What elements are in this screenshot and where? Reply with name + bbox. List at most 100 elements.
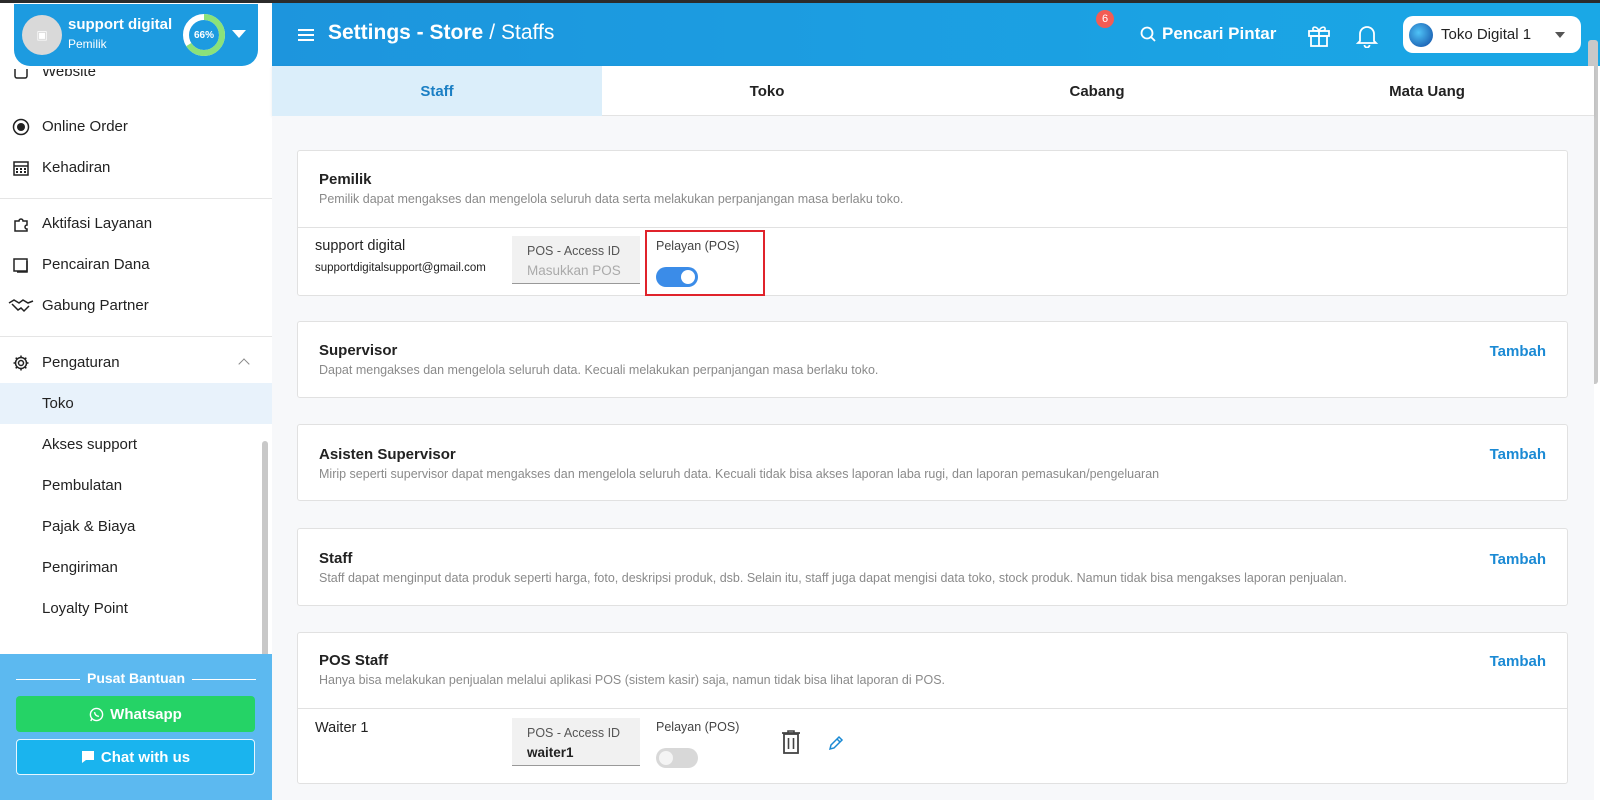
pos-access-label: POS - Access ID — [527, 244, 621, 258]
add-supervisor-button[interactable]: Tambah — [1490, 343, 1546, 360]
supervisor-card: Supervisor Dapat mengakses dan mengelola… — [297, 321, 1568, 398]
smart-search-button[interactable]: Pencari Pintar — [1140, 24, 1276, 44]
breadcrumb-separator: / — [489, 21, 496, 44]
sidebar-item-website[interactable]: Website — [0, 69, 272, 91]
sidebar-item-label: Loyalty Point — [42, 600, 128, 617]
sidebar-item-label: Pembulatan — [42, 477, 123, 494]
help-panel: Pusat Bantuan Whatsapp Chat with us — [0, 654, 272, 800]
pos-access-label: POS - Access ID — [527, 726, 621, 740]
owner-title: Pemilik — [319, 171, 372, 188]
edit-pencil-icon[interactable] — [828, 735, 844, 751]
highlight-annotation — [645, 230, 765, 296]
chat-icon — [81, 751, 94, 763]
divider — [192, 679, 256, 680]
website-icon — [12, 69, 30, 81]
caret-down-icon[interactable] — [232, 30, 246, 38]
pos-staff-access-field[interactable]: POS - Access ID waiter1 — [512, 718, 640, 766]
add-staff-button[interactable]: Tambah — [1490, 551, 1546, 568]
tab-mata-uang[interactable]: Mata Uang — [1262, 66, 1592, 116]
caret-down-icon — [1555, 32, 1565, 38]
staff-title: Staff — [319, 550, 353, 567]
owner-name: support digital — [315, 238, 406, 254]
pos-access-input[interactable]: Masukkan POS — [527, 263, 621, 278]
store-name: Toko Digital 1 — [1441, 26, 1532, 43]
sidebar-item-pengaturan[interactable]: Pengaturan — [0, 342, 272, 383]
gear-icon — [12, 354, 30, 372]
sidebar-item-label: Online Order — [42, 118, 128, 135]
avatar-glyph: ▣ — [36, 28, 48, 42]
divider — [298, 227, 1567, 228]
handshake-icon — [8, 297, 34, 315]
add-assistant-supervisor-button[interactable]: Tambah — [1490, 446, 1546, 463]
sidebar-item-label: Pengiriman — [42, 559, 118, 576]
sidebar-item-pencairan-dana[interactable]: Pencairan Dana — [0, 244, 272, 285]
sidebar-item-label: Toko — [42, 395, 74, 412]
sidebar-divider — [0, 336, 272, 337]
supervisor-title: Supervisor — [319, 342, 398, 359]
chevron-up-icon[interactable] — [238, 358, 250, 370]
gift-icon[interactable] — [1306, 22, 1332, 48]
online-order-icon — [12, 118, 30, 136]
chat-label: Chat with us — [100, 748, 191, 766]
pos-staff-card: POS Staff Hanya bisa melakukan penjualan… — [297, 632, 1568, 784]
sidebar-item-pajak-biaya[interactable]: Pajak & Biaya — [0, 506, 272, 547]
menu-icon[interactable] — [298, 29, 314, 41]
profile-role: Pemilik — [68, 37, 107, 51]
help-title: Pusat Bantuan — [86, 670, 185, 686]
pos-staff-name: Waiter 1 — [315, 720, 369, 736]
sidebar-item-label: Pajak & Biaya — [42, 518, 136, 535]
settings-tabs: Staff Toko Cabang Mata Uang — [272, 66, 1594, 116]
whatsapp-button[interactable]: Whatsapp — [16, 696, 255, 732]
sidebar-item-gabung-partner[interactable]: Gabung Partner — [0, 285, 272, 326]
assistant-supervisor-title: Asisten Supervisor — [319, 446, 456, 463]
smart-search-label: Pencari Pintar — [1162, 24, 1277, 43]
trash-icon[interactable] — [780, 729, 802, 755]
sidebar-item-label: Aktifasi Layanan — [42, 215, 153, 232]
breadcrumb-main[interactable]: Settings - Store — [328, 21, 483, 45]
pos-staff-desc: Hanya bisa melakukan penjualan melalui a… — [319, 673, 946, 687]
sidebar-item-label: Website — [42, 69, 96, 80]
bell-icon[interactable] — [1354, 22, 1380, 48]
tab-staff[interactable]: Staff — [272, 66, 602, 116]
avatar: ▣ — [22, 15, 62, 55]
sidebar-item-label: Gabung Partner — [42, 297, 149, 314]
pos-staff-pelayan-toggle[interactable] — [656, 748, 698, 768]
sidebar-scrollbar[interactable] — [262, 441, 268, 657]
sidebar-item-toko[interactable]: Toko — [0, 383, 272, 424]
whatsapp-label: Whatsapp — [110, 705, 182, 723]
chat-button[interactable]: Chat with us — [16, 739, 255, 775]
assistant-supervisor-card: Asisten Supervisor Mirip seperti supervi… — [297, 424, 1568, 501]
sidebar-item-kehadiran[interactable]: Kehadiran — [0, 147, 272, 188]
tab-cabang[interactable]: Cabang — [932, 66, 1262, 116]
sidebar-item-label: Kehadiran — [42, 159, 111, 176]
pelayan-pos-label: Pelayan (POS) — [656, 720, 740, 734]
sidebar-item-pengiriman[interactable]: Pengiriman — [0, 547, 272, 588]
sidebar-item-pembulatan[interactable]: Pembulatan — [0, 465, 272, 506]
breadcrumb: Settings - Store / Staffs — [328, 21, 554, 45]
wallet-icon — [12, 256, 30, 274]
divider — [298, 708, 1567, 709]
owner-desc: Pemilik dapat mengakses dan mengelola se… — [319, 192, 904, 206]
add-pos-staff-button[interactable]: Tambah — [1490, 653, 1546, 670]
breadcrumb-sub: Staffs — [501, 21, 555, 44]
tab-toko[interactable]: Toko — [602, 66, 932, 116]
profile-card[interactable]: ▣ support digital Pemilik 66% — [14, 4, 258, 66]
profile-name: support digital — [68, 16, 173, 33]
sidebar-item-akses-support[interactable]: Akses support — [0, 424, 272, 465]
staff-card: Staff Staff dapat menginput data produk … — [297, 528, 1568, 606]
sidebar: ▣ support digital Pemilik 66% Website On… — [0, 3, 272, 800]
pos-access-input[interactable]: waiter1 — [527, 745, 574, 760]
profile-progress-label: 66% — [193, 29, 214, 41]
owner-card: Pemilik Pemilik dapat mengakses dan meng… — [297, 150, 1568, 296]
sidebar-item-loyalty-point[interactable]: Loyalty Point — [0, 588, 272, 629]
supervisor-desc: Dapat mengakses dan mengelola seluruh da… — [319, 363, 879, 377]
store-selector[interactable]: Toko Digital 1 — [1403, 16, 1581, 53]
sidebar-item-label: Pencairan Dana — [42, 256, 150, 273]
calendar-icon — [12, 159, 30, 177]
owner-pos-access-field[interactable]: POS - Access ID Masukkan POS — [512, 236, 640, 284]
sidebar-item-online-order[interactable]: Online Order — [0, 106, 272, 147]
pos-staff-title: POS Staff — [319, 652, 389, 669]
store-logo-icon — [1409, 23, 1433, 47]
toggle-knob — [659, 751, 673, 765]
sidebar-item-aktifasi-layanan[interactable]: Aktifasi Layanan — [0, 203, 272, 244]
